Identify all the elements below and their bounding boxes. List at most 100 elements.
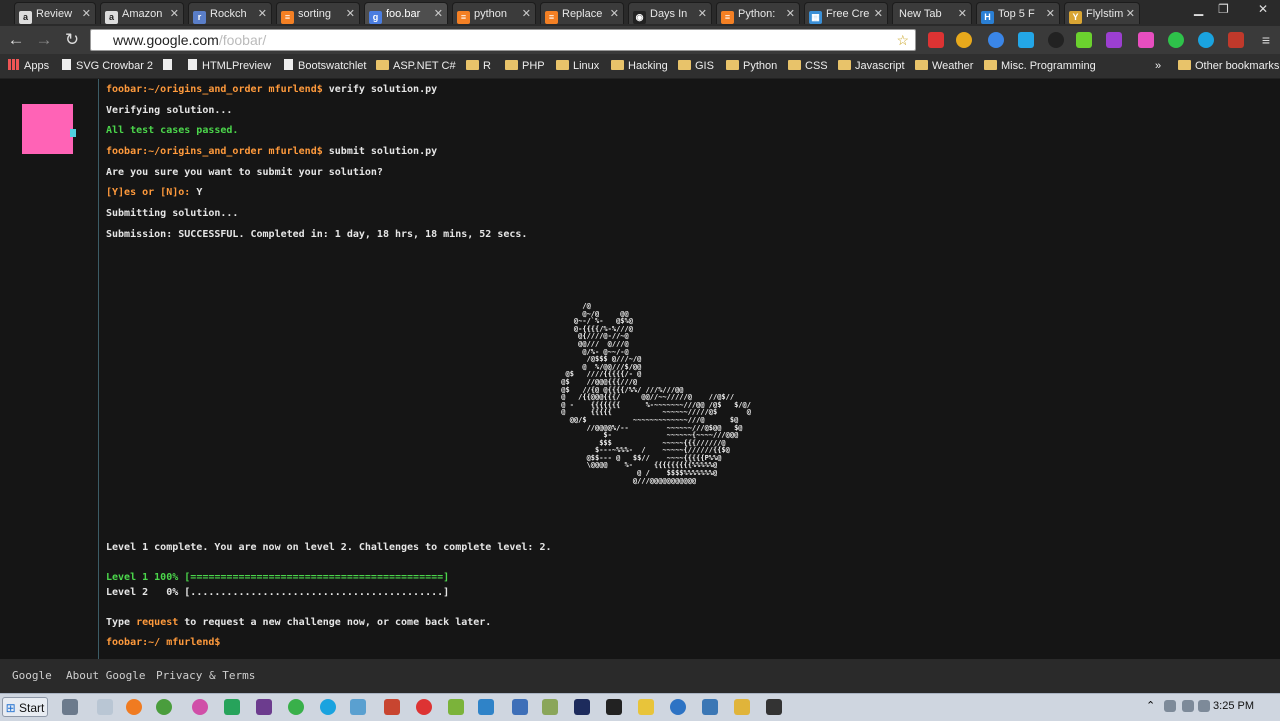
address-bar[interactable]: www.google.com/foobar/ ☆ [90,29,916,51]
menu-icon[interactable]: ≡ [1256,30,1276,50]
close-icon[interactable]: ✕ [1046,3,1055,24]
tab-foobar[interactable]: g foo.bar ✕ [364,2,448,24]
tab-replace[interactable]: ≡ Replace ✕ [540,2,624,24]
app-icon[interactable] [256,699,272,715]
close-icon[interactable]: ✕ [958,3,967,24]
reload-icon[interactable]: ↻ [62,30,82,50]
firefox-icon[interactable] [126,699,142,715]
app-icon[interactable] [766,699,782,715]
app-icon[interactable] [512,699,528,715]
tab-new-tab[interactable]: New Tab ✕ [892,2,972,24]
close-icon[interactable]: ✕ [610,3,619,24]
minimize-icon[interactable]: ▁ [1194,2,1203,16]
app-icon[interactable] [478,699,494,715]
terminal-icon[interactable] [606,699,622,715]
app-icon[interactable] [542,699,558,715]
extension-icon[interactable] [1198,32,1214,48]
star-icon[interactable]: ☆ [896,30,909,50]
close-icon[interactable]: ✕ [346,3,355,24]
app-icon[interactable] [638,699,654,715]
extension-icon[interactable] [1228,32,1244,48]
tab-python[interactable]: ≡ python ✕ [452,2,536,24]
bookmark-hacking[interactable]: Hacking [611,54,668,78]
extension-icon[interactable] [988,32,1004,48]
close-icon[interactable]: ✕ [1126,3,1135,24]
prompt: foobar:~/origins_and_order mfurlend$ [106,146,323,157]
extension-icon[interactable] [1048,32,1064,48]
bookmark-php[interactable]: PHP [505,54,545,78]
bookmark-gis[interactable]: GIS [678,54,714,78]
bookmark-svg-crowbar[interactable]: SVG Crowbar 2 [62,54,153,78]
app-icon[interactable] [670,699,686,715]
tab-rockchip[interactable]: r Rockch ✕ [188,2,272,24]
tab-days-in[interactable]: ◉ Days In ✕ [628,2,712,24]
close-icon[interactable]: ✕ [786,3,795,24]
extension-icon[interactable] [1138,32,1154,48]
close-icon[interactable]: ✕ [82,3,91,24]
tab-top-5[interactable]: H Top 5 F ✕ [976,2,1060,24]
start-button[interactable]: ⊞ Start [2,697,48,717]
bookmark-css[interactable]: CSS [788,54,828,78]
extension-icon[interactable] [1168,32,1184,48]
tab-python-2[interactable]: ≡ Python: ✕ [716,2,800,24]
tab-flylstim[interactable]: Y Flylstim ✕ [1064,2,1140,24]
app-icon[interactable] [224,699,240,715]
footer-link-about-google[interactable]: About Google [66,669,145,682]
skype-icon[interactable] [320,699,336,715]
volume-icon[interactable] [1198,700,1210,712]
bookmark-javascript[interactable]: Javascript [838,54,905,78]
footer-link-google[interactable]: Google [12,669,52,682]
bookmark-other[interactable]: Other bookmarks [1178,54,1279,78]
close-icon[interactable]: ✕ [170,3,179,24]
terminal[interactable]: foobar:~/origins_and_order mfurlend$ ver… [106,79,1266,659]
url-host: www.google.com [113,32,219,48]
close-icon[interactable]: ✕ [522,3,531,24]
forward-icon[interactable]: → [34,30,54,50]
bookmark-weather[interactable]: Weather [915,54,973,78]
back-icon[interactable]: ← [6,30,26,50]
clock[interactable]: 3:25 PM [1213,700,1254,712]
app-icon[interactable] [384,699,400,715]
extension-icon[interactable] [1106,32,1122,48]
footer-link-privacy-terms[interactable]: Privacy & Terms [156,669,255,682]
tray-expand-icon[interactable]: ⌃ [1146,699,1155,712]
bookmark-misc-programming[interactable]: Misc. Programming [984,54,1096,78]
stop-icon[interactable] [928,32,944,48]
terminal-line: [Y]es or [N]o: Y [106,187,202,199]
python-icon[interactable] [702,699,718,715]
bookmark-bootswatchlet[interactable]: Bootswatchlet [284,54,366,78]
close-icon[interactable]: ✕ [698,3,707,24]
tab-review[interactable]: a Review ✕ [14,2,96,24]
tab-free-cre[interactable]: ▦ Free Cre ✕ [804,2,888,24]
bookmark-apps[interactable]: Apps [8,54,49,78]
bookmark-python[interactable]: Python [726,54,777,78]
tab-amazon[interactable]: a Amazon ✕ [100,2,184,24]
bookmark-linux[interactable]: Linux [556,54,599,78]
app-icon[interactable] [448,699,464,715]
restore-icon[interactable]: ❐ [1218,2,1229,16]
window-close-icon[interactable]: ✕ [1258,2,1268,16]
extension-icon[interactable] [1076,32,1092,48]
bookmark-htmlpreview[interactable]: HTMLPreview [188,54,271,78]
photoshop-icon[interactable] [574,699,590,715]
bookmarks-overflow-button[interactable]: » [1155,54,1161,78]
app-icon[interactable] [416,699,432,715]
app-icon[interactable] [350,699,366,715]
bookmark-unnamed[interactable] [163,54,177,78]
app-icon[interactable] [192,699,208,715]
extension-icon[interactable] [1018,32,1034,48]
show-desktop-icon[interactable] [62,699,78,715]
close-icon[interactable]: ✕ [434,3,443,24]
close-icon[interactable]: ✕ [874,3,883,24]
tray-icon[interactable] [1164,700,1176,712]
bookmark-r[interactable]: R [466,54,491,78]
close-icon[interactable]: ✕ [258,3,267,24]
network-icon[interactable] [1182,700,1194,712]
extension-icon[interactable] [956,32,972,48]
app-icon[interactable] [288,699,304,715]
app-icon[interactable] [734,699,750,715]
chrome-icon[interactable] [156,699,172,715]
bookmark-aspnet[interactable]: ASP.NET C# [376,54,456,78]
app-icon[interactable] [97,699,113,715]
tab-sorting[interactable]: ≡ sorting ✕ [276,2,360,24]
